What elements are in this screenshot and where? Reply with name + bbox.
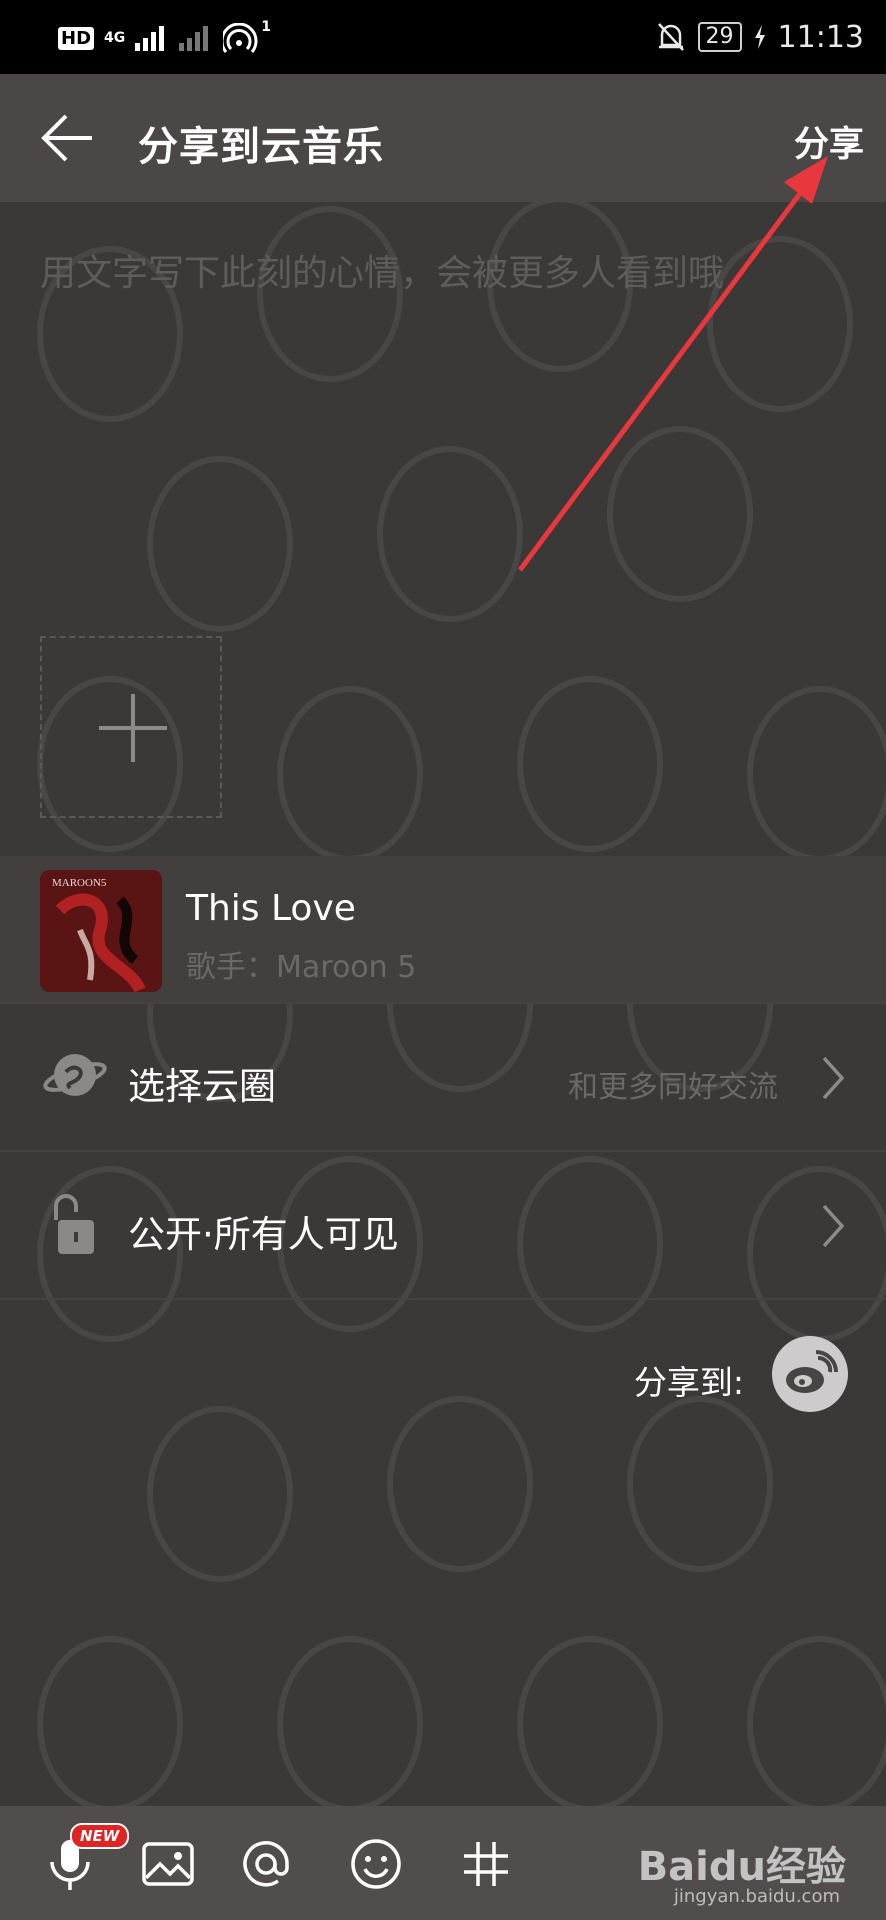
planet-icon xyxy=(43,1054,107,1096)
clock: 11:13 xyxy=(777,19,864,55)
back-arrow-icon[interactable] xyxy=(40,112,96,164)
divider xyxy=(0,1298,886,1300)
chevron-right-icon xyxy=(822,1204,845,1248)
page-title: 分享到云音乐 xyxy=(138,124,384,170)
add-image-button[interactable] xyxy=(40,636,222,818)
signal-icon-secondary xyxy=(179,26,209,51)
hashtag-icon[interactable] xyxy=(458,1836,514,1892)
hotspot-icon xyxy=(223,23,258,53)
share-to-label: 分享到: xyxy=(633,1363,744,1402)
mute-bell-icon xyxy=(657,23,684,51)
mention-icon[interactable] xyxy=(238,1836,294,1892)
status-right: 29 11:13 xyxy=(656,16,864,58)
plus-icon xyxy=(99,694,167,762)
screen: HD 4G 1 29 11:13 分享到云音乐 分享 用文字写下此刻的心情，会被… xyxy=(0,0,886,1920)
choose-circle-label: 选择云圈 xyxy=(128,1065,276,1108)
chevron-right-icon xyxy=(822,1056,845,1100)
choose-circle-hint: 和更多同好交流 xyxy=(568,1070,778,1105)
status-bar: HD 4G 1 29 11:13 xyxy=(0,0,886,74)
share-button[interactable]: 分享 xyxy=(794,116,864,167)
album-cover-text: MAROON5 xyxy=(52,877,107,889)
baidu-watermark-url: jingyan.baidu.com xyxy=(673,1886,840,1907)
weibo-icon xyxy=(786,1350,838,1393)
privacy-label: 公开·所有人可见 xyxy=(128,1213,399,1256)
emoji-icon[interactable] xyxy=(348,1836,404,1892)
network-type: 4G xyxy=(104,30,126,46)
choose-circle-row[interactable]: 选择云圈 和更多同好交流 xyxy=(0,1004,886,1148)
mood-text-input[interactable]: 用文字写下此刻的心情，会被更多人看到哦 xyxy=(40,244,850,296)
app-header: 分享到云音乐 分享 xyxy=(0,74,886,202)
song-artist: 歌手：Maroon 5 xyxy=(186,950,417,985)
song-card[interactable]: MAROON5 This Love 歌手：Maroon 5 xyxy=(0,856,886,1002)
weibo-share-button[interactable] xyxy=(772,1336,848,1412)
new-badge: NEW xyxy=(70,1823,130,1849)
charging-icon xyxy=(754,25,765,49)
album-art: MAROON5 xyxy=(40,870,162,992)
status-left: HD 4G 1 xyxy=(58,18,271,58)
baidu-watermark: Baidu经验 xyxy=(637,1844,846,1890)
hd-indicator: HD xyxy=(58,26,95,50)
privacy-row[interactable]: 公开·所有人可见 xyxy=(0,1152,886,1296)
image-icon[interactable] xyxy=(140,1836,196,1892)
battery-level: 29 xyxy=(697,22,742,52)
album-cover-image: MAROON5 xyxy=(40,870,162,992)
signal-icon xyxy=(135,26,165,51)
song-title: This Love xyxy=(186,888,356,929)
hotspot-count: 1 xyxy=(261,19,271,35)
unlock-icon xyxy=(54,1194,94,1254)
